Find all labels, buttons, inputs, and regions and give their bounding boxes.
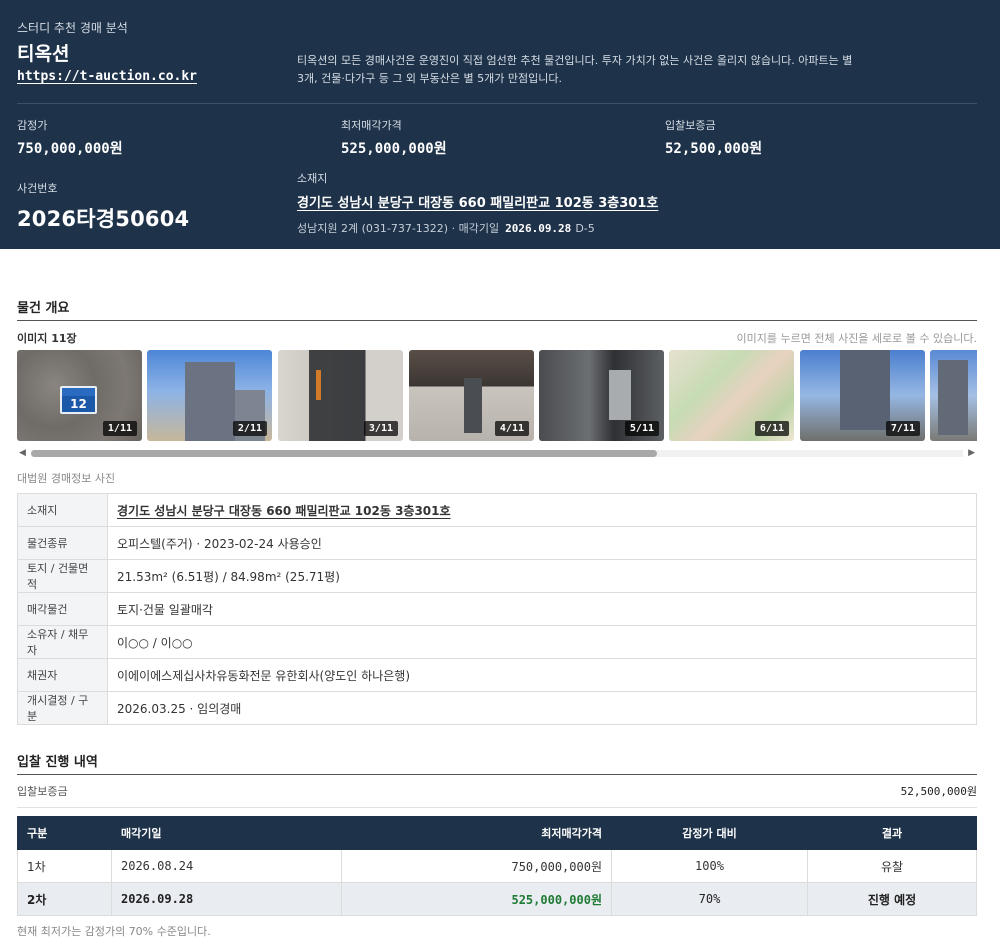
col-round: 구분	[17, 816, 112, 850]
header-description: 티옥션의 모든 경매사건은 운영진이 직접 엄선한 추천 물건입니다. 투자 가…	[297, 54, 853, 85]
court-info: 성남지원 2계 (031-737-1322) · 매각기일 2026.09.28 D…	[297, 220, 658, 236]
dday-badge: D-5	[575, 222, 595, 235]
location-block: 소재지 경기도 성남시 분당구 대장동 660 패밀리판교 102동 3층301…	[297, 170, 658, 236]
case-block: 사건번호 2026타경50604	[17, 180, 189, 233]
bid-ratio: 70%	[611, 882, 808, 916]
info-value: 21.53m² (6.51평) / 84.98m² (25.71평)	[107, 559, 977, 593]
photo-gallery[interactable]: 12 1/11 2/11 3/11 4/11 5/11 6/11 7/11	[17, 350, 977, 441]
bidding-table: 구분 매각기일 최저매각가격 감정가 대비 결과 1차 2026.08.24 7…	[17, 816, 977, 916]
bid-date: 2026.09.28	[111, 882, 342, 916]
bid-date: 2026.08.24	[111, 849, 342, 883]
bidding-deposit-value: 52,500,000원	[900, 785, 977, 798]
bid-round: 2차	[17, 882, 112, 916]
photo-thumb-7[interactable]: 7/11	[800, 350, 925, 441]
table-row: 2차 2026.09.28 525,000,000원 70% 진행 예정	[17, 882, 977, 916]
table-row: 1차 2026.08.24 750,000,000원 100% 유찰	[17, 849, 977, 883]
bid-price: 525,000,000원	[341, 882, 612, 916]
photo-thumb-1[interactable]: 12 1/11	[17, 350, 142, 441]
thumb-counter: 7/11	[885, 421, 920, 436]
header-subtitle: 스터디 추천 경매 분석	[17, 21, 128, 35]
bidding-deposit-label: 입찰보증금	[17, 785, 68, 798]
gallery-scrollbar[interactable]: ◀ ▶	[17, 446, 977, 460]
info-label: 매각물건	[17, 592, 108, 626]
info-value: 이에이에스제십사차유동화전문 유한회사(양도인 하나은행)	[107, 658, 977, 692]
photo-thumb-6[interactable]: 6/11	[669, 350, 794, 441]
thumb-counter: 2/11	[232, 421, 267, 436]
appraisal-block: 감정가 750,000,000원	[17, 117, 123, 158]
info-value: 오피스텔(주거) · 2023-02-24 사용승인	[107, 526, 977, 560]
col-result: 결과	[807, 816, 977, 850]
bid-price: 750,000,000원	[341, 849, 612, 883]
bid-result: 유찰	[807, 849, 977, 883]
bidding-title: 입찰 진행 내역	[17, 755, 98, 770]
building-number-sign: 12	[60, 386, 97, 414]
brand-name: 티옥션	[17, 43, 70, 65]
location-label: 소재지	[297, 172, 328, 185]
thumb-counter: 3/11	[363, 421, 398, 436]
court-text: 성남지원 2계 (031-737-1322) · 매각기일	[297, 222, 500, 235]
bidding-deposit-row: 입찰보증금 52,500,000원	[17, 783, 977, 799]
image-count: 이미지 11장	[17, 332, 77, 345]
info-value: 토지·건물 일괄매각	[107, 592, 977, 626]
photo-thumb-8[interactable]	[930, 350, 977, 441]
overview-title: 물건 개요	[17, 301, 70, 316]
photo-thumb-4[interactable]: 4/11	[409, 350, 534, 441]
case-number: 2026타경50604	[17, 207, 190, 231]
table-row: 채권자 이에이에스제십사차유동화전문 유한회사(양도인 하나은행)	[17, 658, 977, 692]
col-ratio: 감정가 대비	[611, 816, 808, 850]
scrollbar-thumb[interactable]	[31, 450, 657, 457]
deposit-block: 입찰보증금 52,500,000원	[665, 117, 762, 158]
table-row: 물건종류 오피스텔(주거) · 2023-02-24 사용승인	[17, 526, 977, 560]
sale-date: 2026.09.28	[505, 222, 572, 235]
deposit-label: 입찰보증금	[665, 119, 716, 132]
photo-thumb-5[interactable]: 5/11	[539, 350, 664, 441]
thumb-counter: 1/11	[102, 421, 137, 436]
min-price-block: 최저매각가격 525,000,000원	[341, 117, 447, 158]
bidding-rule	[17, 774, 977, 775]
appraisal-label: 감정가	[17, 119, 48, 132]
property-info-table: 소재지 경기도 성남시 분당구 대장동 660 패밀리판교 102동 3층301…	[17, 493, 977, 725]
info-label: 채권자	[17, 658, 108, 692]
table-row: 소유자 / 채무자 이○○ / 이○○	[17, 625, 977, 659]
bid-round: 1차	[17, 849, 112, 883]
photo-caption: 대법원 경매정보 사진	[17, 472, 116, 485]
info-value: 이○○ / 이○○	[107, 625, 977, 659]
info-label: 토지 / 건물면적	[17, 559, 108, 593]
thumb-counter: 5/11	[624, 421, 659, 436]
case-label: 사건번호	[17, 182, 58, 195]
min-price-value: 525,000,000원	[341, 141, 447, 157]
appraisal-value: 750,000,000원	[17, 141, 123, 157]
bid-ratio: 100%	[611, 849, 808, 883]
bid-result: 진행 예정	[807, 882, 977, 916]
auction-header: 스터디 추천 경매 분석 티옥션 https://t-auction.co.kr…	[0, 0, 1000, 249]
table-row: 소재지 경기도 성남시 분당구 대장동 660 패밀리판교 102동 3층301…	[17, 493, 977, 527]
table-header: 구분 매각기일 최저매각가격 감정가 대비 결과	[17, 816, 977, 850]
col-price: 최저매각가격	[341, 816, 612, 850]
scroll-right-icon[interactable]: ▶	[968, 446, 975, 460]
thumb-counter: 6/11	[754, 421, 789, 436]
table-row: 매각물건 토지·건물 일괄매각	[17, 592, 977, 626]
thumb-counter: 4/11	[494, 421, 529, 436]
deposit-value: 52,500,000원	[665, 141, 763, 157]
site-link[interactable]: https://t-auction.co.kr	[17, 69, 197, 84]
table-row: 개시결정 / 구분 2026.03.25 · 임의경매	[17, 691, 977, 725]
photo-thumb-3[interactable]: 3/11	[278, 350, 403, 441]
overview-rule	[17, 320, 977, 321]
info-label: 소재지	[17, 493, 108, 527]
col-date: 매각기일	[111, 816, 342, 850]
info-label: 물건종류	[17, 526, 108, 560]
min-price-label: 최저매각가격	[341, 119, 402, 132]
image-hint: 이미지를 누르면 전체 사진을 세로로 볼 수 있습니다.	[736, 332, 978, 345]
scroll-left-icon[interactable]: ◀	[19, 446, 26, 460]
info-value[interactable]: 경기도 성남시 분당구 대장동 660 패밀리판교 102동 3층301호	[107, 493, 977, 527]
photo-thumb-2[interactable]: 2/11	[147, 350, 272, 441]
header-divider	[17, 103, 977, 104]
bidding-footnote: 현재 최저가는 감정가의 70% 수준입니다.	[17, 925, 211, 938]
table-row: 토지 / 건물면적 21.53m² (6.51평) / 84.98m² (25.…	[17, 559, 977, 593]
info-value: 2026.03.25 · 임의경매	[107, 691, 977, 725]
location-link[interactable]: 경기도 성남시 분당구 대장동 660 패밀리판교 102동 3층301호	[297, 192, 658, 211]
info-label: 소유자 / 채무자	[17, 625, 108, 659]
info-label: 개시결정 / 구분	[17, 691, 108, 725]
